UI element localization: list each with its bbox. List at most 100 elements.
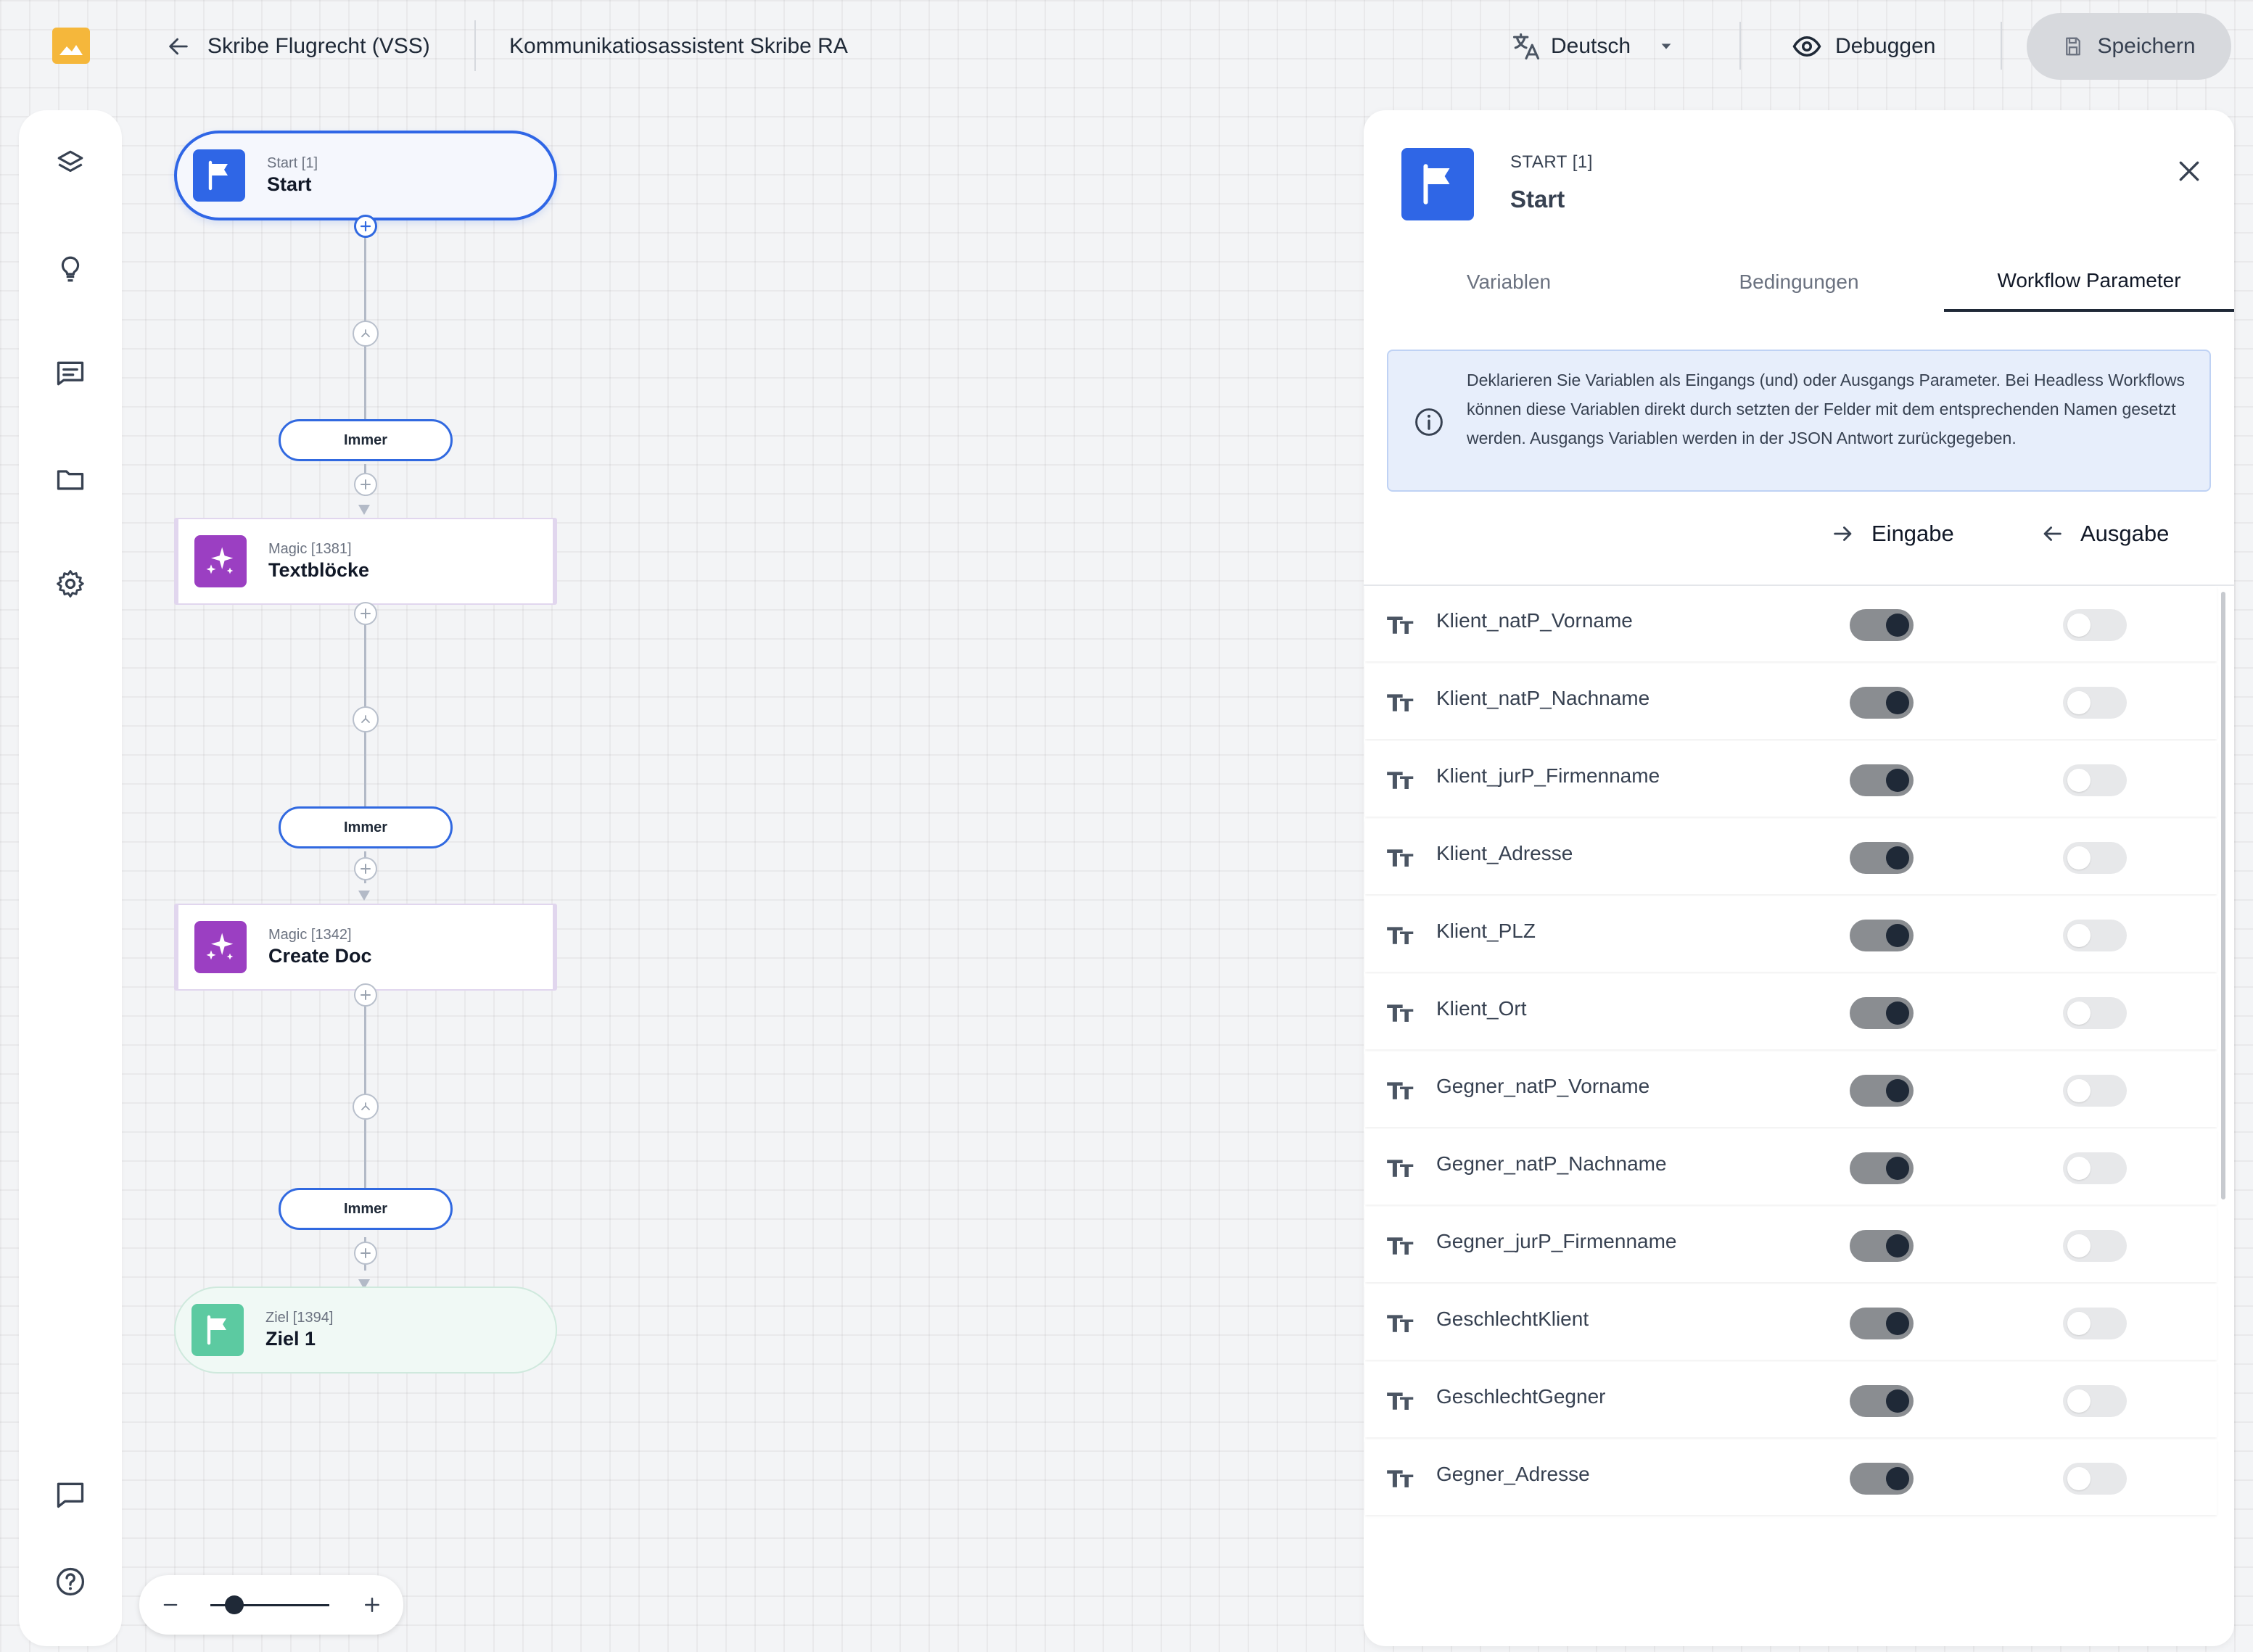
input-toggle[interactable] [1850,842,1914,874]
input-toggle[interactable] [1850,920,1914,951]
input-toggle[interactable] [1850,1075,1914,1107]
input-toggle[interactable] [1850,1152,1914,1184]
connector-line [364,1120,366,1194]
messages-icon [57,361,84,386]
output-toggle[interactable] [2063,1385,2127,1417]
branch-icon[interactable] [353,706,379,732]
breadcrumb-divider [474,20,476,71]
toggle-knob [1886,1079,1909,1102]
add-step-button[interactable] [354,857,377,880]
output-toggle[interactable] [2063,1463,2127,1495]
toggle-knob [1886,691,1909,714]
sidebar-item-help[interactable] [52,1564,88,1600]
output-toggle[interactable] [2063,1308,2127,1339]
flow-node-magic[interactable]: Magic [1381] Textblöcke [174,518,557,605]
save-label: Speichern [2097,34,2196,58]
output-toggle[interactable] [2063,609,2127,641]
condition-pill[interactable]: Immer [279,1188,453,1230]
output-toggle[interactable] [2063,1152,2127,1184]
output-toggle[interactable] [2063,1075,2127,1107]
output-toggle[interactable] [2063,920,2127,951]
tab-bedingungen[interactable]: Bedingungen [1654,252,1944,312]
input-toggle[interactable] [1850,764,1914,796]
output-toggle[interactable] [2063,1230,2127,1262]
back-button[interactable] [161,29,196,64]
variable-name: GeschlechtKlient [1436,1308,1589,1330]
app-logo[interactable] [52,28,90,64]
zoom-out-button[interactable] [155,1590,186,1620]
toggle-knob [2067,614,2091,637]
close-icon [2179,161,2199,181]
variable-row: Tт GeschlechtKlient [1365,1284,2217,1360]
zoom-slider-thumb[interactable] [224,1595,244,1614]
breadcrumb-project[interactable]: Skribe Flugrecht (VSS) [207,29,430,64]
variable-name: GeschlechtGegner [1436,1385,1606,1408]
add-step-button[interactable] [354,473,377,496]
layers-icon [57,150,83,173]
arrow-right-icon [1834,526,1852,541]
sidebar-item-messages[interactable] [52,355,88,392]
toggle-knob [2067,691,2091,714]
output-toggle[interactable] [2063,687,2127,719]
column-header-input: Eingabe [1831,513,1954,554]
add-step-button[interactable] [354,983,377,1007]
condition-pill[interactable]: Immer [279,806,453,848]
toggle-knob [2067,1157,2091,1180]
variable-name: Klient_natP_Nachname [1436,687,1650,709]
sidebar-item-files[interactable] [52,461,88,497]
tab-variablen[interactable]: Variablen [1364,252,1654,312]
sidebar-item-ideas[interactable] [52,251,88,287]
sidebar-item-settings[interactable] [52,566,88,602]
text-type-icon: Tт [1387,1310,1413,1338]
connector-line [364,226,366,328]
debug-button[interactable]: Debuggen [1792,26,1935,67]
workflow-title[interactable]: Kommunikatiosassistent Skribe RA [509,29,848,64]
plus-icon [361,990,371,1000]
add-step-button[interactable] [354,1242,377,1265]
condition-pill[interactable]: Immer [279,419,453,461]
toggle-knob [1886,1312,1909,1335]
branch-icon[interactable] [353,321,379,347]
input-toggle[interactable] [1850,1385,1914,1417]
debug-label: Debuggen [1835,34,1936,58]
flow-node-start[interactable]: Start [1] Start [174,131,557,220]
branch-icon[interactable] [353,1094,379,1120]
output-toggle[interactable] [2063,842,2127,874]
connector-line [364,345,366,419]
add-step-button[interactable] [354,215,377,238]
tab-workflow-parameter[interactable]: Workflow Parameter [1944,252,2234,312]
scrollbar[interactable] [2221,592,2225,1199]
toggle-knob [2067,924,2091,947]
panel-tabs: Variablen Bedingungen Workflow Parameter [1364,252,2234,313]
zoom-in-button[interactable] [357,1590,387,1620]
input-toggle[interactable] [1850,997,1914,1029]
toggle-knob [2067,1312,2091,1335]
variable-row: Tт Gegner_jurP_Firmenname [1365,1207,2217,1282]
save-button[interactable]: Speichern [2027,13,2231,80]
sidebar-item-chat[interactable] [52,1477,88,1513]
close-panel-button[interactable] [2169,151,2209,191]
input-toggle[interactable] [1850,1308,1914,1339]
language-select[interactable]: Deutsch [1510,26,1674,67]
text-type-icon: Tт [1387,1155,1413,1183]
info-text: Deklarieren Sie Variablen als Eingangs (… [1467,371,2185,447]
add-step-button[interactable] [354,602,377,625]
output-toggle[interactable] [2063,997,2127,1029]
input-toggle[interactable] [1850,687,1914,719]
output-toggle[interactable] [2063,764,2127,796]
input-toggle[interactable] [1850,1463,1914,1495]
node-kind: Ziel [1394] [265,1310,334,1326]
sidebar-item-layers[interactable] [52,145,88,181]
toggle-knob [1886,1001,1909,1025]
arrow-left-icon [2043,526,2062,541]
input-toggle[interactable] [1850,1230,1914,1262]
folder-icon [57,470,84,490]
language-value: Deutsch [1551,34,1631,58]
text-type-icon: Tт [1387,1466,1413,1493]
node-kind: Magic [1342] [268,927,352,943]
flow-node-goal[interactable]: Ziel [1394] Ziel 1 [174,1287,557,1374]
input-toggle[interactable] [1850,609,1914,641]
flow-node-magic[interactable]: Magic [1342] Create Doc [174,904,557,991]
toggle-knob [1886,1157,1909,1180]
node-kind: Magic [1381] [268,541,352,557]
